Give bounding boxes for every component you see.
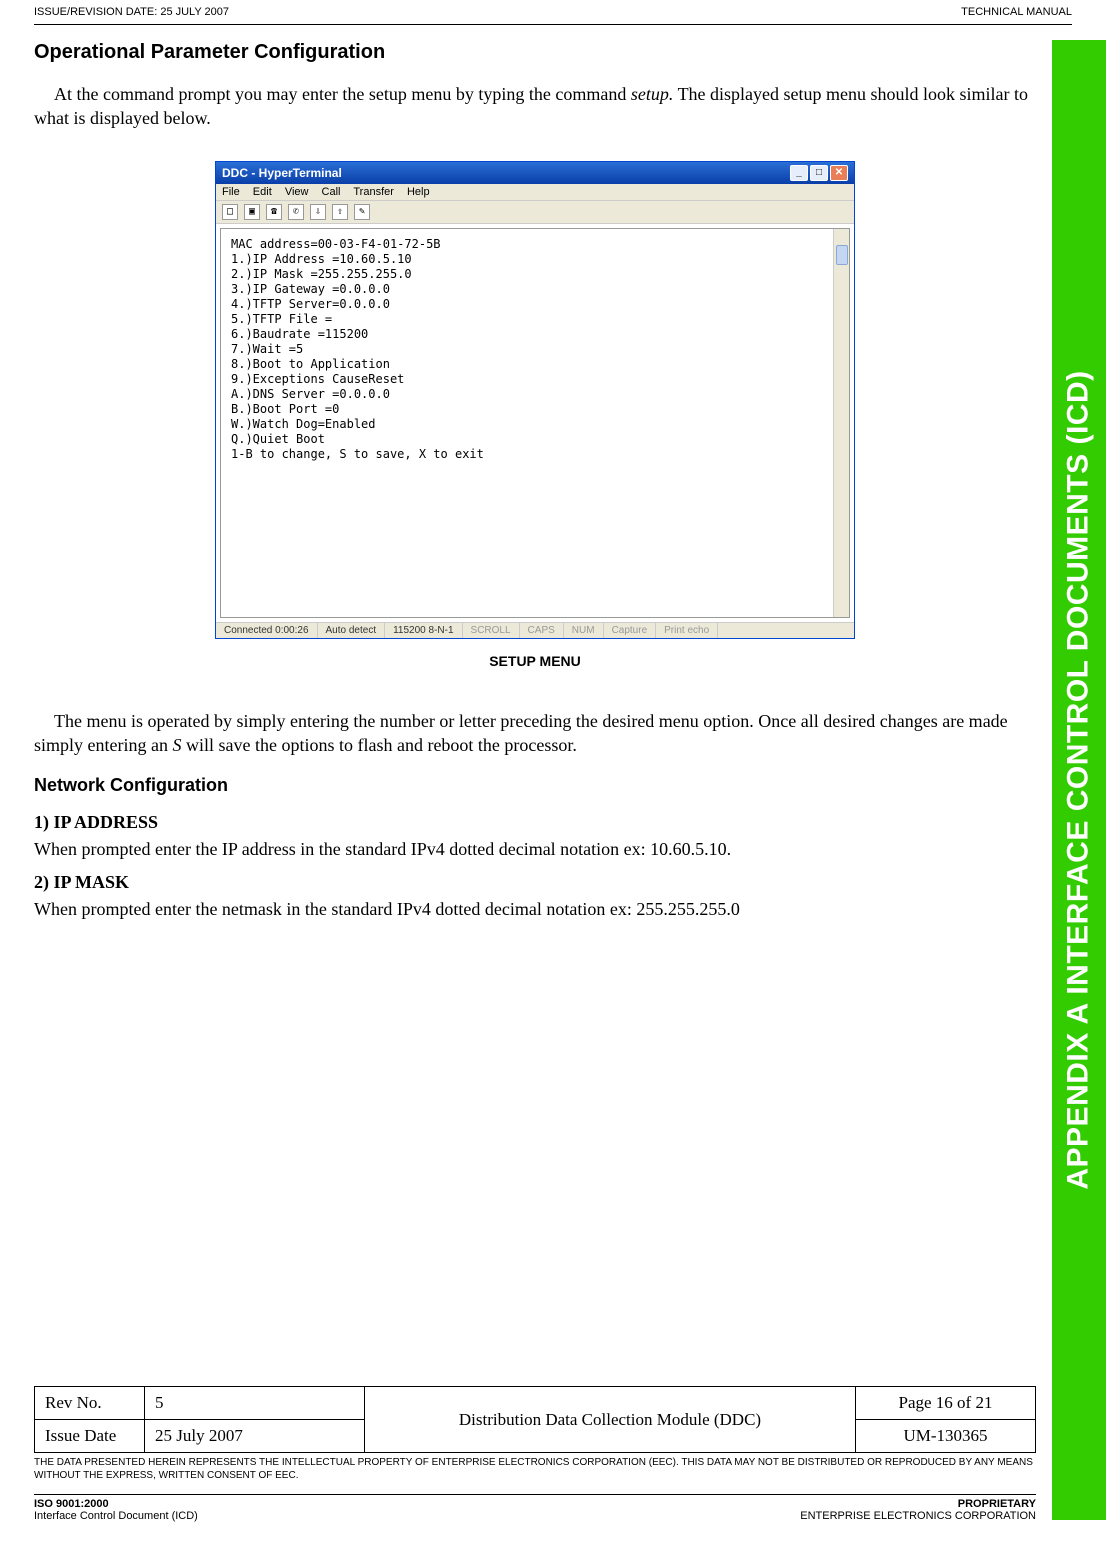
ip-address-heading: 1) IP ADDRESS [34, 812, 1036, 833]
status-capture: Capture [604, 623, 657, 638]
menu-view[interactable]: View [285, 186, 309, 198]
ip-mask-text: When prompted enter the netmask in the s… [34, 899, 1036, 920]
network-config-heading: Network Configuration [34, 775, 1036, 796]
bottom-rule [34, 1494, 1036, 1495]
icd-label: Interface Control Document (ICD) [34, 1510, 198, 1522]
revno-value: 5 [145, 1387, 365, 1420]
status-caps: CAPS [520, 623, 564, 638]
menu-call[interactable]: Call [322, 186, 341, 198]
menu-file[interactable]: File [222, 186, 240, 198]
side-tab-text: APPENDIX A INTERFACE CONTROL DOCUMENTS (… [1062, 370, 1096, 1189]
terminal-line: 7.)Wait =5 [231, 342, 839, 357]
page-title: Operational Parameter Configuration [34, 41, 1036, 64]
window-title: DDC - HyperTerminal [222, 166, 342, 180]
status-connected: Connected 0:00:26 [216, 623, 318, 638]
menu-description: The menu is operated by simply entering … [34, 709, 1036, 758]
send-icon[interactable]: ⇩ [310, 204, 326, 220]
status-settings: 115200 8-N-1 [385, 623, 462, 638]
status-scroll: SCROLL [463, 623, 520, 638]
side-tab: APPENDIX A INTERFACE CONTROL DOCUMENTS (… [1052, 40, 1106, 1520]
terminal-line: 5.)TFTP File = [231, 312, 839, 327]
status-num: NUM [564, 623, 604, 638]
terminal-line: 4.)TFTP Server=0.0.0.0 [231, 297, 839, 312]
menu-edit[interactable]: Edit [253, 186, 272, 198]
legal-notice: THE DATA PRESENTED HEREIN REPRESENTS THE… [34, 1457, 1036, 1482]
terminal-area[interactable]: MAC address=00-03-F4-01-72-5B 1.)IP Addr… [220, 228, 850, 618]
page-number: Page 16 of 21 [856, 1387, 1036, 1420]
properties-icon[interactable]: ✎ [354, 204, 370, 220]
minimize-button[interactable]: _ [790, 165, 808, 181]
terminal-line: 8.)Boot to Application [231, 357, 839, 372]
new-icon[interactable]: □ [222, 204, 238, 220]
ip-address-text: When prompted enter the IP address in th… [34, 839, 1036, 860]
window-titlebar: DDC - HyperTerminal _ □ ✕ [216, 162, 854, 184]
terminal-line: 6.)Baudrate =115200 [231, 327, 839, 342]
terminal-line: 9.)Exceptions CauseReset [231, 372, 839, 387]
terminal-line: 3.)IP Gateway =0.0.0.0 [231, 282, 839, 297]
terminal-line: MAC address=00-03-F4-01-72-5B [231, 237, 839, 252]
scrollbar-thumb[interactable] [836, 245, 848, 265]
call-icon[interactable]: ☎ [266, 204, 282, 220]
toolbar: □ ▣ ☎ ✆ ⇩ ⇧ ✎ [216, 201, 854, 224]
status-detect: Auto detect [318, 623, 386, 638]
disconnect-icon[interactable]: ✆ [288, 204, 304, 220]
menu-transfer[interactable]: Transfer [353, 186, 394, 198]
menubar: File Edit View Call Transfer Help [216, 184, 854, 201]
um-number: UM-130365 [856, 1420, 1036, 1453]
ip-mask-heading: 2) IP MASK [34, 872, 1036, 893]
corp-label: ENTERPRISE ELECTRONICS CORPORATION [800, 1510, 1036, 1522]
revno-label: Rev No. [35, 1387, 145, 1420]
scrollbar[interactable] [833, 229, 849, 617]
terminal-line: W.)Watch Dog=Enabled [231, 417, 839, 432]
terminal-line: 1-B to change, S to save, X to exit [231, 447, 839, 462]
figure-caption: SETUP MENU [34, 653, 1036, 669]
menu-help[interactable]: Help [407, 186, 430, 198]
issue-date-label: Issue Date [35, 1420, 145, 1453]
statusbar: Connected 0:00:26 Auto detect 115200 8-N… [216, 622, 854, 638]
issue-date: ISSUE/REVISION DATE: 25 JULY 2007 [34, 6, 229, 18]
close-button[interactable]: ✕ [830, 165, 848, 181]
intro-paragraph: At the command prompt you may enter the … [34, 82, 1036, 131]
terminal-line: 1.)IP Address =10.60.5.10 [231, 252, 839, 267]
issue-date-value: 25 July 2007 [145, 1420, 365, 1453]
terminal-line: 2.)IP Mask =255.255.255.0 [231, 267, 839, 282]
hyperterminal-window: DDC - HyperTerminal _ □ ✕ File Edit View… [215, 161, 855, 639]
revision-table: Rev No. 5 Distribution Data Collection M… [34, 1386, 1036, 1453]
status-printecho: Print echo [656, 623, 718, 638]
receive-icon[interactable]: ⇧ [332, 204, 348, 220]
open-icon[interactable]: ▣ [244, 204, 260, 220]
proprietary-label: PROPRIETARY [958, 1498, 1036, 1510]
iso-label: ISO 9001:2000 [34, 1498, 109, 1510]
terminal-line: Q.)Quiet Boot [231, 432, 839, 447]
terminal-line: A.)DNS Server =0.0.0.0 [231, 387, 839, 402]
module-name: Distribution Data Collection Module (DDC… [365, 1387, 856, 1453]
manual-type: TECHNICAL MANUAL [961, 6, 1072, 18]
maximize-button[interactable]: □ [810, 165, 828, 181]
terminal-line: B.)Boot Port =0 [231, 402, 839, 417]
